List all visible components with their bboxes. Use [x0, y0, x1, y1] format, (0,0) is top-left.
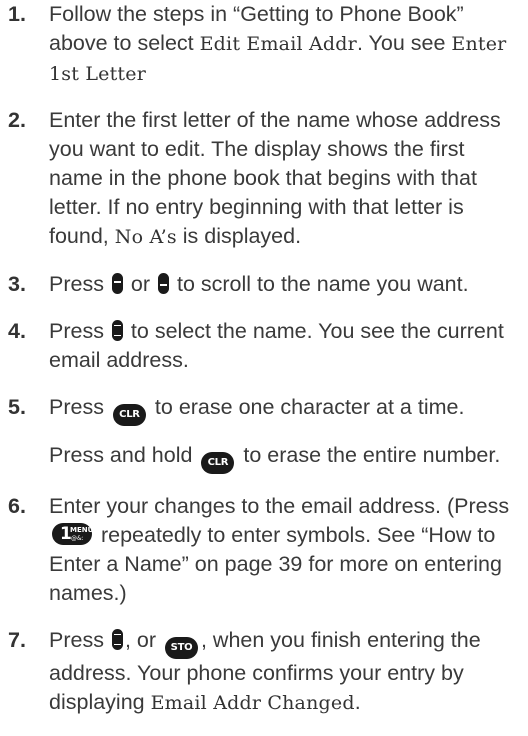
step-number: 2. — [8, 108, 26, 132]
scroll-down-key-icon — [111, 273, 123, 294]
step-text: Press or to scroll to the name you want. — [49, 272, 469, 296]
clr-key-icon: CLR — [201, 452, 235, 474]
step-number: 1. — [8, 2, 26, 26]
manual-page: 1. Follow the steps in “Getting to Phone… — [0, 0, 528, 731]
step-7: 7. Press , or STO, when you finish enter… — [0, 626, 528, 718]
step-number: 4. — [8, 319, 26, 343]
step-text: Press , or STO, when you finish entering… — [49, 628, 481, 714]
step-2: 2. Enter the first letter of the name wh… — [0, 106, 528, 252]
display-text-email-addr-changed: Email Addr Changed — [150, 692, 355, 714]
step-number: 7. — [8, 628, 26, 652]
menu-1-key-icon: 1 MENU @&: — [52, 523, 93, 545]
step-number: 6. — [8, 494, 26, 518]
step-text: Enter your changes to the email address.… — [49, 494, 510, 605]
step-list: 1. Follow the steps in “Getting to Phone… — [0, 0, 528, 736]
step-text: Follow the steps in “Getting to Phone Bo… — [49, 2, 507, 85]
step-text: Press to select the name. You see the cu… — [49, 319, 504, 372]
step-5: 5. Press CLR to erase one character at a… — [0, 393, 528, 474]
step-4: 4. Press to select the name. You see the… — [0, 317, 528, 375]
select-key-icon — [111, 320, 123, 341]
step-number: 5. — [8, 395, 26, 419]
step-text: Press CLR to erase one character at a ti… — [49, 393, 522, 426]
step-number: 3. — [8, 272, 26, 296]
step-1: 1. Follow the steps in “Getting to Phone… — [0, 0, 528, 89]
scroll-up-key-icon — [158, 273, 170, 294]
sto-key-icon: STO — [164, 637, 198, 659]
display-text-no-as: No A’s — [114, 226, 177, 248]
step-text: Enter the first letter of the name whose… — [49, 108, 501, 248]
step-6: 6. Enter your changes to the email addre… — [0, 492, 528, 608]
clr-key-icon: CLR — [112, 404, 146, 426]
select-key-icon — [111, 629, 123, 650]
step-subtext: Press and hold CLR to erase the entire n… — [49, 441, 522, 474]
display-text-edit-email-addr: Edit Email Addr — [199, 33, 357, 55]
step-3: 3. Press or to scroll to the name you wa… — [0, 270, 528, 299]
